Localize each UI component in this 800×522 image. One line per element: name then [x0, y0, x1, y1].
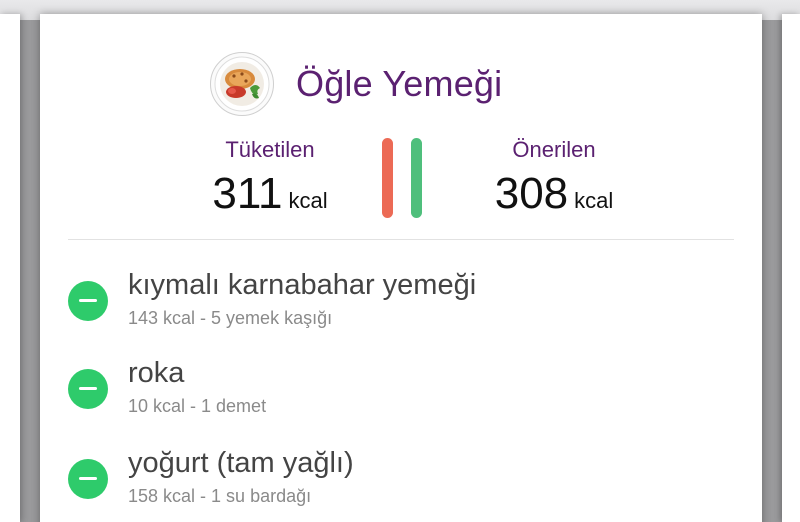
food-detail: 143 kcal - 5 yemek kaşığı: [128, 308, 333, 328]
consumed-value-row: 311 kcal: [190, 169, 350, 219]
remove-food-button[interactable]: [68, 369, 108, 409]
suggested-bar: [411, 138, 422, 218]
suggested-kcal-value: 308: [494, 169, 569, 218]
meal-header: Öğle Yemeği: [210, 52, 502, 116]
food-name: kıymalı karnabahar yemeği: [128, 269, 477, 301]
suggested-kcal-unit: kcal: [574, 188, 614, 213]
divider: [68, 239, 734, 240]
consumed-kcal-unit: kcal: [288, 188, 328, 213]
food-list-item[interactable]: yoğurt (tam yağlı) 158 kcal - 1 su barda…: [68, 447, 728, 517]
consumed-stat: Tüketilen 311 kcal: [190, 137, 350, 219]
consumed-label: Tüketilen: [225, 137, 315, 162]
consumed-bar: [382, 138, 393, 218]
food-name: roka: [128, 357, 185, 389]
food-name: yoğurt (tam yağlı): [128, 447, 354, 479]
food-detail: 158 kcal - 1 su bardağı: [128, 486, 312, 506]
salad-plate-icon: [210, 52, 274, 116]
food-list-item[interactable]: kıymalı karnabahar yemeği 143 kcal - 5 y…: [68, 269, 728, 339]
remove-food-button[interactable]: [68, 459, 108, 499]
suggested-stat: Önerilen 308 kcal: [464, 137, 644, 219]
suggested-value-row: 308 kcal: [464, 169, 644, 219]
food-detail: 10 kcal - 1 demet: [128, 396, 267, 416]
meal-title: Öğle Yemeği: [296, 63, 503, 104]
consumed-kcal-value: 311: [212, 169, 283, 218]
remove-food-button[interactable]: [68, 281, 108, 321]
previous-card-edge[interactable]: [0, 14, 20, 522]
meal-card: Öğle Yemeği Tüketilen 311 kcal Önerilen 3…: [40, 14, 762, 522]
food-list-item[interactable]: roka 10 kcal - 1 demet: [68, 357, 728, 427]
suggested-label: Önerilen: [512, 137, 596, 162]
next-card-edge[interactable]: [782, 14, 800, 522]
